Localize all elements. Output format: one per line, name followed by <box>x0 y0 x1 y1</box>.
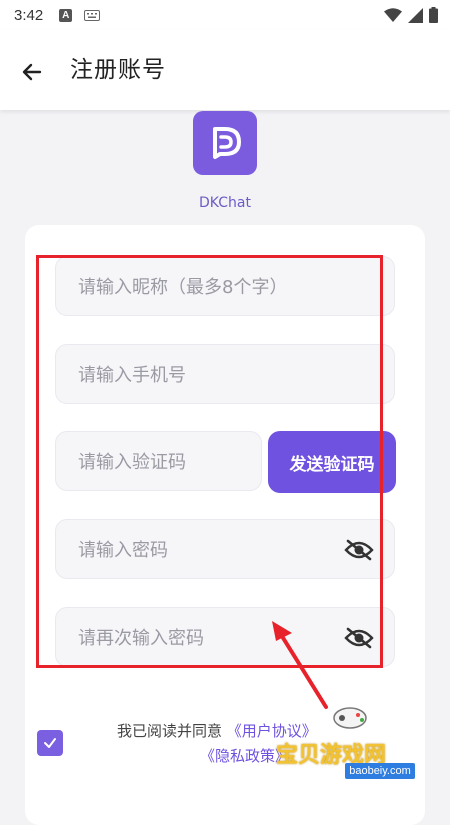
app-name: DKChat <box>199 195 251 211</box>
status-time: 3:42 <box>14 6 44 24</box>
phone-input[interactable] <box>76 345 338 405</box>
agreement-checkbox[interactable] <box>37 730 63 756</box>
check-icon <box>44 738 56 748</box>
watermark-url: baobeiy.com <box>345 763 415 779</box>
nickname-field <box>55 256 395 317</box>
password-field <box>55 519 395 580</box>
code-field <box>55 431 262 492</box>
signal-icon <box>408 7 423 23</box>
back-button[interactable] <box>14 54 50 90</box>
eye-off-icon[interactable] <box>344 627 374 649</box>
arrow-left-icon <box>22 63 42 81</box>
send-code-button[interactable]: 发送验证码 <box>268 431 396 493</box>
battery-icon <box>429 7 438 23</box>
keyboard-icon <box>84 9 101 21</box>
verification-code-input[interactable] <box>76 432 260 492</box>
app-logo <box>193 111 257 175</box>
confirm-password-field <box>55 607 395 668</box>
eye-off-icon[interactable] <box>344 539 374 561</box>
phone-field <box>55 344 395 405</box>
confirm-password-input[interactable] <box>76 608 338 668</box>
notification-a-icon: A <box>59 8 73 22</box>
wifi-icon <box>384 7 402 22</box>
app-bar: 注册账号 <box>0 30 450 110</box>
agreement-prefix: 我已阅读并同意 <box>117 722 223 740</box>
status-bar: 3:42 A <box>0 0 450 30</box>
dk-logo-icon <box>213 127 241 159</box>
nickname-input[interactable] <box>76 257 338 317</box>
page-title: 注册账号 <box>70 57 166 83</box>
password-input[interactable] <box>76 520 338 580</box>
